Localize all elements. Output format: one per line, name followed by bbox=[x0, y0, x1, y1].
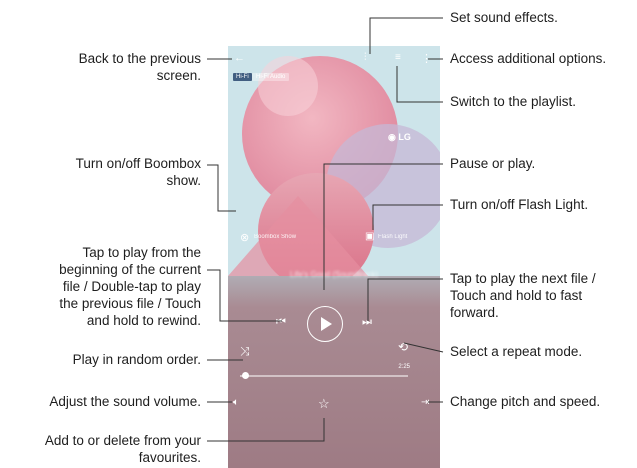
leader-lines bbox=[207, 17, 444, 442]
leader-line-sound-effects bbox=[369, 17, 443, 54]
leader-line-prev bbox=[207, 269, 282, 322]
leader-line-playlist bbox=[396, 66, 443, 103]
leader-line-next bbox=[367, 278, 443, 321]
leader-line-repeat bbox=[403, 342, 444, 353]
leader-line-favourite bbox=[207, 418, 325, 442]
leader-line-flash bbox=[372, 204, 443, 230]
leader-line-pause-play bbox=[323, 163, 443, 290]
leader-line-boombox bbox=[207, 164, 236, 212]
